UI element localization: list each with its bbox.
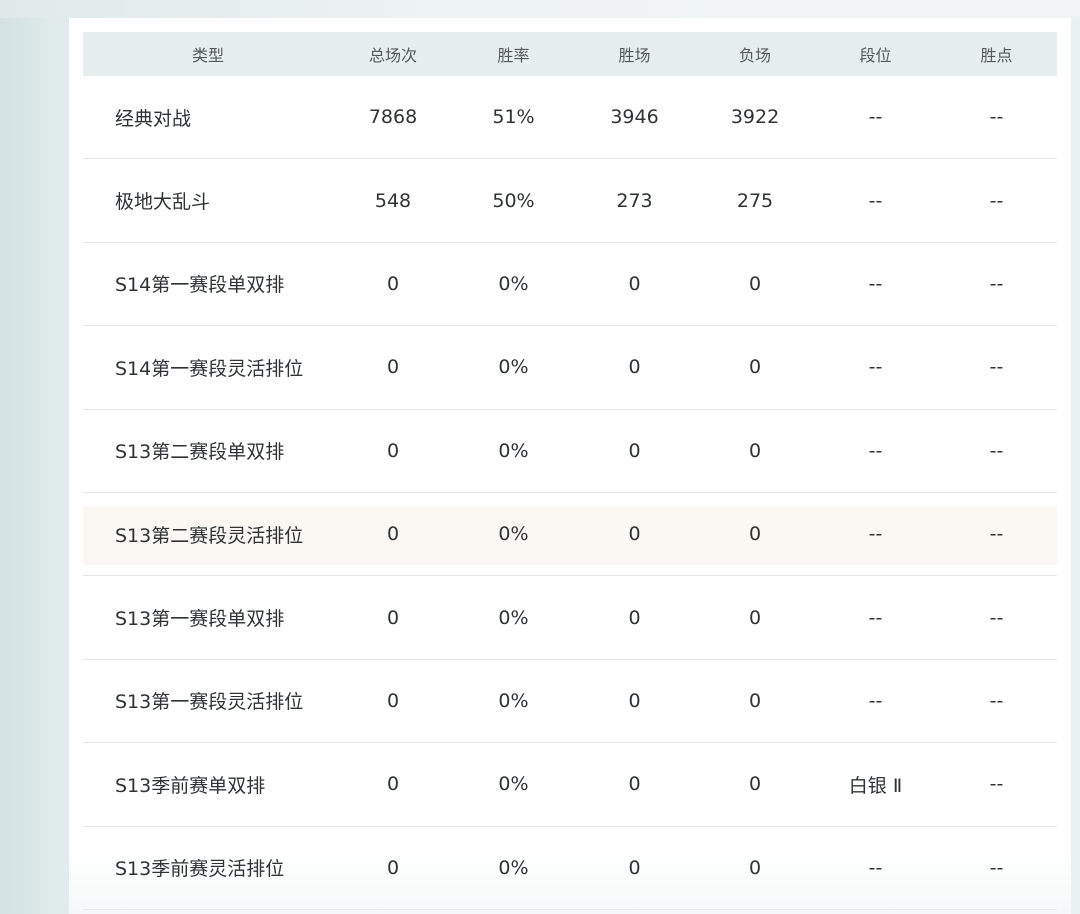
header-rank: 段位 <box>859 46 892 65</box>
cell-losses: 275 <box>736 189 774 212</box>
cell-league-points: -- <box>989 523 1004 546</box>
cell-win-rate: 0% <box>498 439 529 462</box>
table-row[interactable]: S13季前赛灵活排位 0 0% 0 0 -- -- <box>83 827 1057 910</box>
table-row[interactable]: S13第一赛段灵活排位 0 0% 0 0 -- -- <box>83 660 1057 744</box>
cell-losses: 0 <box>748 773 762 796</box>
cell-win-rate: 0% <box>498 689 529 712</box>
cell-rank: -- <box>868 606 883 629</box>
cell-wins: 0 <box>628 606 641 629</box>
table-row[interactable]: S13第一赛段单双排 0 0% 0 0 -- -- <box>83 576 1057 660</box>
cell-league-points: -- <box>989 856 1004 879</box>
cell-rank: 白银 Ⅱ <box>848 774 903 797</box>
cell-total-games: 0 <box>386 439 400 462</box>
header-league-points: 胜点 <box>980 46 1013 65</box>
cell-win-rate: 0% <box>498 523 529 546</box>
cell-league-points: -- <box>989 106 1004 129</box>
cell-wins: 0 <box>628 272 641 295</box>
table-row[interactable]: S14第一赛段灵活排位 0 0% 0 0 -- -- <box>83 326 1057 410</box>
cell-rank: -- <box>868 856 883 879</box>
cell-losses: 0 <box>748 689 762 712</box>
cell-type: S13第一赛段灵活排位 <box>115 691 304 714</box>
cell-wins: 0 <box>628 356 641 379</box>
cell-rank: -- <box>868 356 883 379</box>
header-wins: 胜场 <box>618 46 651 65</box>
cell-total-games: 7868 <box>368 106 418 129</box>
cell-wins: 0 <box>628 773 641 796</box>
cell-type: S14第一赛段单双排 <box>115 274 285 297</box>
cell-total-games: 0 <box>386 606 400 629</box>
cell-rank: -- <box>868 106 883 129</box>
table-header-row: 类型 总场次 胜率 胜场 负场 段位 胜点 <box>83 32 1057 76</box>
cell-wins: 273 <box>616 189 653 212</box>
cell-type: S13季前赛灵活排位 <box>115 858 285 881</box>
table-row[interactable]: 极地大乱斗 548 50% 273 275 -- -- <box>83 159 1057 243</box>
cell-losses: 0 <box>748 606 762 629</box>
ranked-stats-table: 类型 总场次 胜率 胜场 负场 段位 胜点 经典对战 7868 51% 3946… <box>83 32 1057 910</box>
cell-win-rate: 0% <box>498 773 529 796</box>
cell-rank: -- <box>868 189 883 212</box>
cell-type: 极地大乱斗 <box>115 191 211 214</box>
cell-win-rate: 50% <box>492 189 535 212</box>
cell-rank: -- <box>868 523 883 546</box>
header-type: 类型 <box>191 46 224 65</box>
cell-league-points: -- <box>989 272 1004 295</box>
cell-type: S13第一赛段单双排 <box>115 608 285 631</box>
cell-win-rate: 0% <box>498 272 529 295</box>
header-win-rate: 胜率 <box>497 46 530 65</box>
cell-losses: 0 <box>748 356 762 379</box>
top-background-strip <box>0 0 1080 18</box>
cell-total-games: 0 <box>386 773 400 796</box>
cell-league-points: -- <box>989 356 1004 379</box>
cell-type: 经典对战 <box>115 107 192 130</box>
cell-wins: 0 <box>628 439 641 462</box>
table-row[interactable]: 经典对战 7868 51% 3946 3922 -- -- <box>83 76 1057 160</box>
cell-league-points: -- <box>989 773 1004 796</box>
cell-win-rate: 0% <box>498 356 529 379</box>
cell-league-points: -- <box>989 439 1004 462</box>
table-row[interactable]: S13第二赛段单双排 0 0% 0 0 -- -- <box>83 410 1057 493</box>
cell-total-games: 548 <box>374 189 412 212</box>
cell-win-rate: 0% <box>498 856 529 879</box>
cell-wins: 0 <box>628 523 641 546</box>
cell-rank: -- <box>868 689 883 712</box>
cell-league-points: -- <box>989 606 1004 629</box>
cell-wins: 0 <box>628 856 641 879</box>
cell-losses: 0 <box>748 523 762 546</box>
cell-rank: -- <box>868 272 883 295</box>
cell-type: S14第一赛段灵活排位 <box>115 357 304 380</box>
table-row-hovered[interactable]: S13第二赛段灵活排位 0 0% 0 0 -- -- <box>83 493 1057 577</box>
cell-league-points: -- <box>989 689 1004 712</box>
cell-rank: -- <box>868 439 883 462</box>
cell-losses: 3922 <box>730 106 780 129</box>
table-row[interactable]: S13季前赛单双排 0 0% 0 0 白银 Ⅱ -- <box>83 743 1057 827</box>
header-total-games: 总场次 <box>368 46 417 65</box>
cell-wins: 3946 <box>610 106 659 129</box>
cell-losses: 0 <box>748 439 762 462</box>
cell-losses: 0 <box>748 272 762 295</box>
table-row[interactable]: S14第一赛段单双排 0 0% 0 0 -- -- <box>83 243 1057 327</box>
cell-type: S13第二赛段单双排 <box>115 441 285 464</box>
header-losses: 负场 <box>738 46 771 65</box>
cell-wins: 0 <box>628 689 641 712</box>
cell-total-games: 0 <box>386 856 400 879</box>
cell-type: S13第二赛段灵活排位 <box>115 524 304 547</box>
cell-total-games: 0 <box>386 272 400 295</box>
cell-win-rate: 0% <box>498 606 529 629</box>
cell-total-games: 0 <box>386 356 400 379</box>
cell-win-rate: 51% <box>492 106 535 129</box>
cell-type: S13季前赛单双排 <box>115 774 266 797</box>
cell-total-games: 0 <box>386 689 400 712</box>
cell-league-points: -- <box>989 189 1004 212</box>
cell-total-games: 0 <box>386 523 400 546</box>
cell-losses: 0 <box>748 856 762 879</box>
